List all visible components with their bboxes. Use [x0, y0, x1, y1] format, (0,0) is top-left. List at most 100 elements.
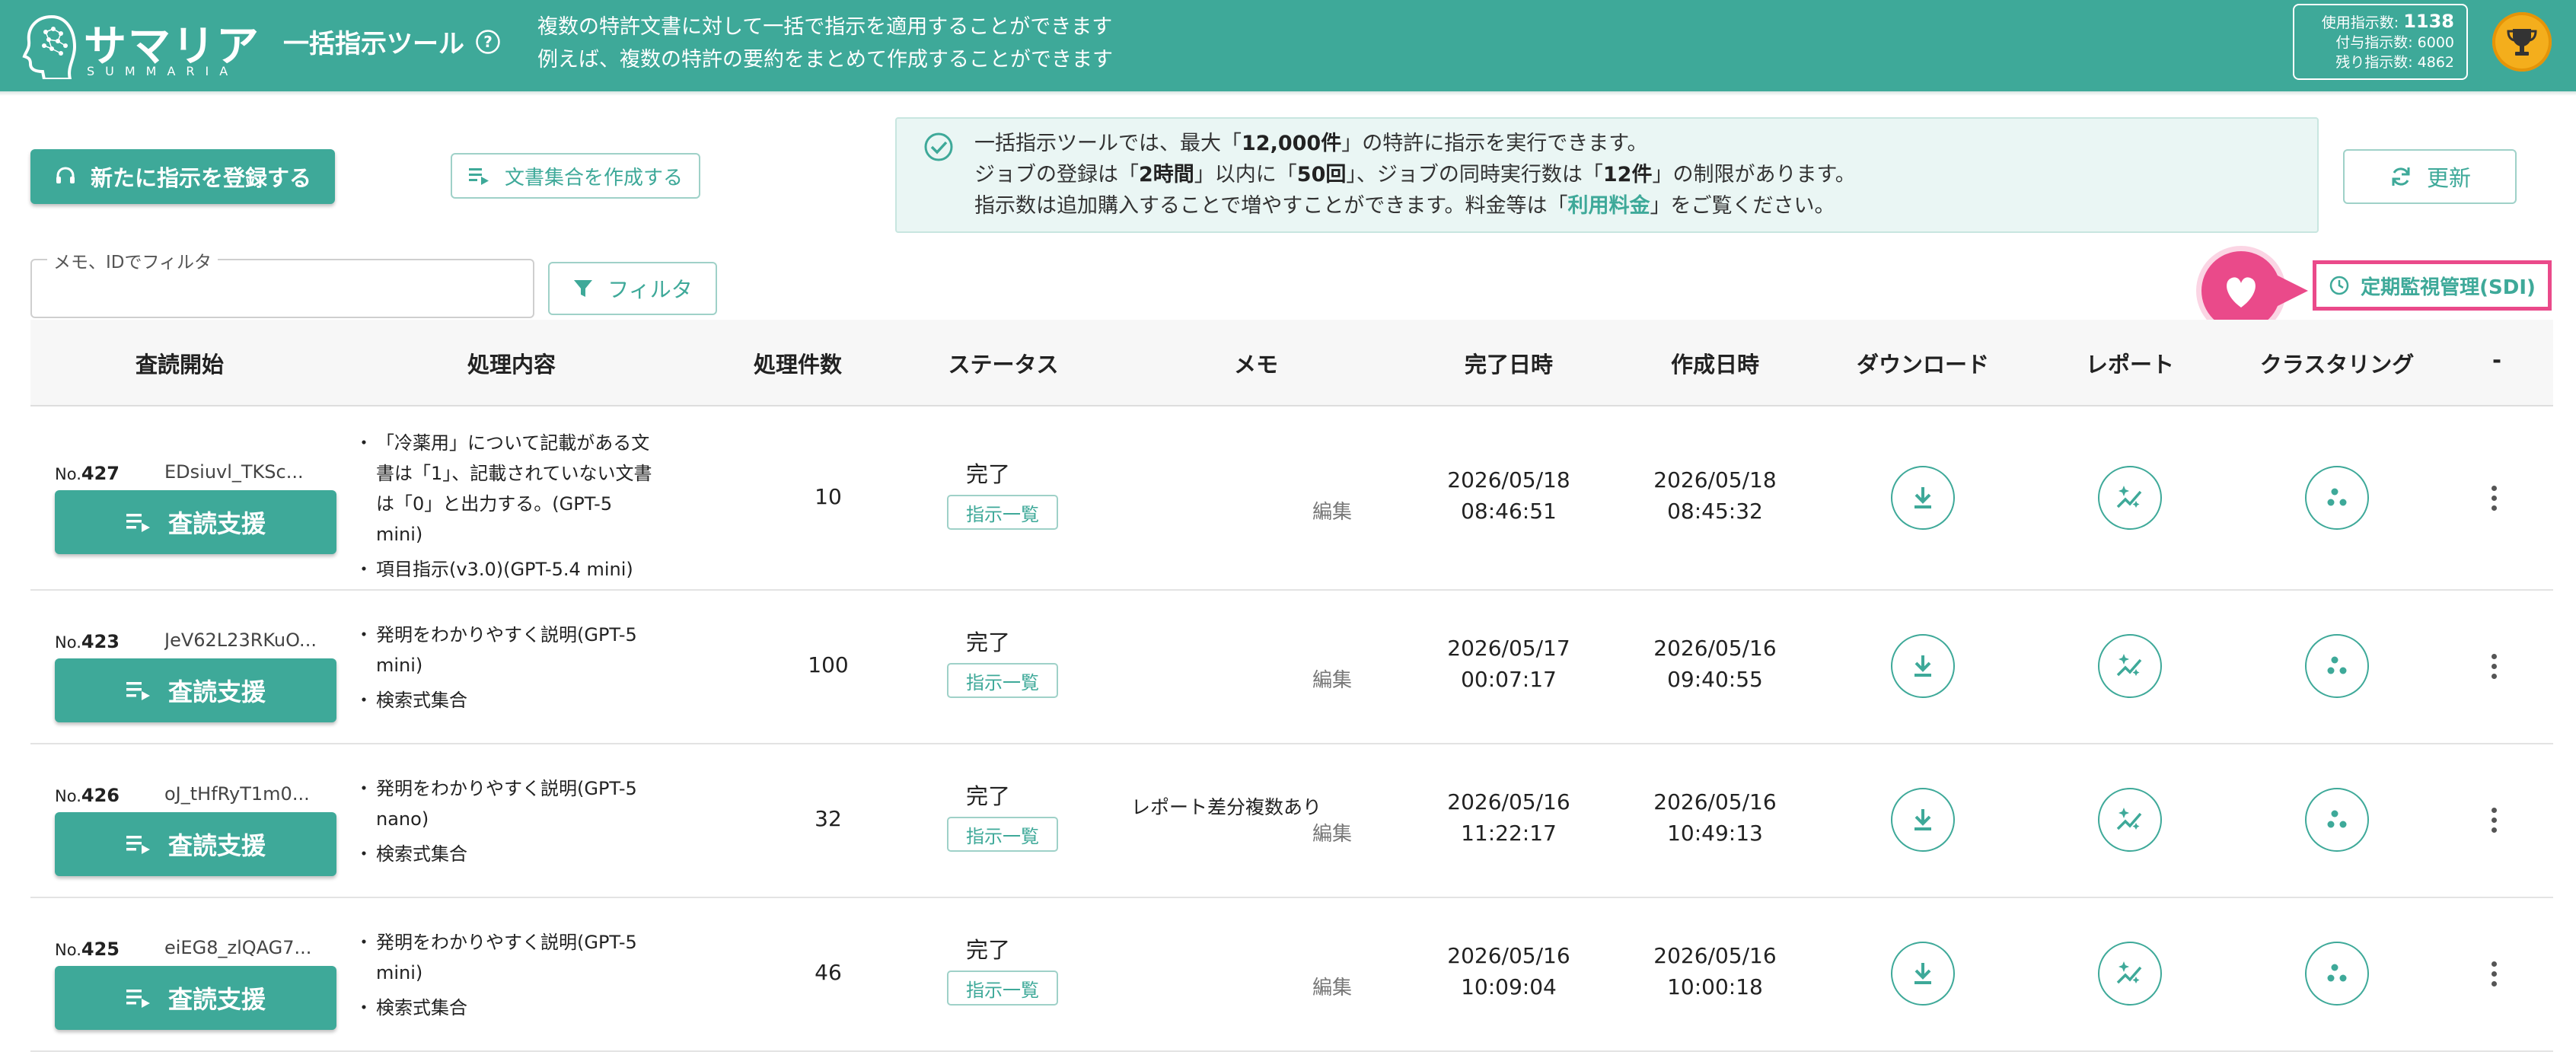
more-options-icon[interactable]	[2492, 808, 2498, 837]
info-time-limit: 2時間	[1139, 163, 1194, 186]
clock-icon	[2329, 276, 2349, 295]
completed-datetime: 2026/05/16 10:09:04	[1421, 940, 1596, 1002]
created-datetime: 2026/05/18 08:45:32	[1628, 464, 1803, 527]
download-icon	[1914, 963, 1931, 984]
created-time: 09:40:55	[1667, 667, 1763, 692]
register-instruction-label: 新たに指示を登録する	[90, 165, 311, 191]
report-sparkle-icon	[2116, 808, 2142, 830]
created-date: 2026/05/16	[1653, 789, 1777, 814]
create-document-set-label: 文書集合を作成する	[504, 166, 683, 190]
report-sparkle-icon	[2116, 654, 2142, 677]
download-button[interactable]	[1891, 942, 1955, 1006]
usage-granted-label: 付与指示数:	[2335, 34, 2413, 51]
processing-item: 検索式集合	[355, 993, 664, 1023]
download-icon	[1914, 655, 1931, 677]
more-options-icon[interactable]	[2492, 961, 2498, 991]
playlist-play-icon	[126, 990, 150, 1008]
report-button[interactable]	[2098, 634, 2162, 698]
completed-date: 2026/05/16	[1447, 789, 1570, 814]
trophy-icon	[2507, 29, 2537, 56]
trophy-button[interactable]	[2492, 12, 2552, 72]
memo-edit-link[interactable]: 編集	[1312, 818, 1352, 846]
info-line-3: 指示数は追加購入することで増やすことができます。料金等は「利用料金」をご覧くださ…	[974, 190, 1856, 222]
help-icon[interactable]: ?	[475, 29, 501, 55]
review-support-label: 査読支援	[167, 831, 266, 860]
column-header-processing: 処理内容	[467, 352, 556, 378]
report-button[interactable]	[2098, 942, 2162, 1006]
sdi-management-button[interactable]: 定期監視管理(SDI)	[2313, 260, 2552, 311]
download-button[interactable]	[1891, 466, 1955, 530]
completed-time: 08:46:51	[1461, 499, 1557, 524]
summaria-logo[interactable]: サマリア SUMMARIA	[21, 11, 259, 79]
review-support-button[interactable]: 査読支援	[55, 812, 336, 876]
header-description: 複数の特許文書に対して一括で指示を適用することができます 例えば、複数の特許の要…	[537, 11, 1113, 76]
review-support-button[interactable]: 査読支援	[55, 966, 336, 1030]
filter-input-label: メモ、IDでフィルタ	[47, 247, 218, 273]
column-header-status: ステータス	[948, 352, 1059, 378]
instruction-list-button[interactable]: 指示一覧	[947, 971, 1058, 1006]
check-circle-icon	[924, 132, 953, 161]
info-line-1: 一括指示ツールでは、最大「12,000件」の特許に指示を実行できます。	[974, 128, 1856, 159]
refresh-button[interactable]: 更新	[2343, 149, 2517, 204]
review-support-label: 査読支援	[167, 677, 266, 706]
memo-edit-link[interactable]: 編集	[1312, 972, 1352, 1000]
memo-edit-link[interactable]: 編集	[1312, 665, 1352, 693]
more-options-icon[interactable]	[2492, 486, 2498, 515]
clustering-button[interactable]	[2305, 942, 2369, 1006]
filter-label: フィルタ	[607, 277, 693, 302]
register-instruction-button[interactable]: 新たに指示を登録する	[30, 149, 335, 204]
filter-button[interactable]: フィルタ	[548, 262, 717, 315]
job-number: No.425	[55, 939, 120, 960]
clustering-button[interactable]	[2305, 634, 2369, 698]
usage-used: 使用指示数: 1138	[2294, 11, 2454, 33]
instruction-list-button[interactable]: 指示一覧	[947, 817, 1058, 852]
column-header-clustering: クラスタリング	[2259, 352, 2415, 378]
review-support-button[interactable]: 査読支援	[55, 658, 336, 722]
header-shadow	[0, 91, 2576, 96]
report-button[interactable]	[2098, 788, 2162, 852]
info-text-segment: 」の制限があります。	[1652, 163, 1856, 186]
completed-datetime: 2026/05/16 11:22:17	[1421, 786, 1596, 849]
column-header-review-start: 査読開始	[135, 352, 225, 378]
created-datetime: 2026/05/16 10:49:13	[1628, 786, 1803, 849]
clustering-icon	[2327, 964, 2347, 982]
pricing-link[interactable]: 利用料金	[1568, 194, 1650, 218]
clustering-button[interactable]	[2305, 466, 2369, 530]
heart-icon	[2227, 277, 2256, 308]
status-label: 完了	[965, 461, 1010, 487]
info-text: 一括指示ツールでは、最大「12,000件」の特許に指示を実行できます。 ジョブの…	[974, 128, 1856, 222]
status-label: 完了	[965, 937, 1010, 963]
table-row: No.423 JeV62L23RKuO... 査読支援 発明をわかりやすく説明(…	[30, 589, 2553, 744]
review-support-button[interactable]: 査読支援	[55, 490, 336, 554]
info-max-count: 12,000件	[1242, 132, 1342, 155]
review-support-label: 査読支援	[167, 985, 266, 1014]
clustering-button[interactable]	[2305, 788, 2369, 852]
logo-subtitle: SUMMARIA	[87, 64, 239, 78]
processing-content: 発明をわかりやすく説明(GPT-5 mini) 検索式集合	[355, 927, 664, 1023]
headset-icon	[56, 167, 75, 183]
usage-remaining: 残り指示数: 4862	[2294, 53, 2454, 72]
memo-edit-link[interactable]: 編集	[1312, 496, 1352, 524]
job-id: EDsiuvl_TKSc...	[164, 461, 304, 483]
header-description-line: 複数の特許文書に対して一括で指示を適用することができます	[537, 15, 1113, 39]
processed-count: 100	[808, 652, 849, 677]
column-header-created: 作成日時	[1670, 352, 1760, 378]
info-concurrent-limit: 12件	[1602, 163, 1653, 186]
report-sparkle-icon	[2116, 961, 2142, 984]
usage-remaining-label: 残り指示数:	[2335, 54, 2413, 71]
processing-item: 検索式集合	[355, 685, 664, 716]
create-document-set-button[interactable]: 文書集合を作成する	[451, 153, 700, 199]
instruction-list-button[interactable]: 指示一覧	[947, 663, 1058, 698]
job-number: No.426	[55, 785, 120, 806]
created-datetime: 2026/05/16 10:00:18	[1628, 940, 1803, 1002]
job-number-value: 425	[81, 939, 120, 960]
report-button[interactable]	[2098, 466, 2162, 530]
download-button[interactable]	[1891, 634, 1955, 698]
download-button[interactable]	[1891, 788, 1955, 852]
playlist-play-icon	[126, 836, 150, 854]
filter-input[interactable]: メモ、IDでフィルタ	[30, 247, 534, 318]
download-icon	[1914, 809, 1931, 830]
memo-text: レポート差分複数あり	[1131, 796, 1322, 818]
instruction-list-button[interactable]: 指示一覧	[947, 495, 1058, 530]
more-options-icon[interactable]	[2492, 654, 2498, 684]
